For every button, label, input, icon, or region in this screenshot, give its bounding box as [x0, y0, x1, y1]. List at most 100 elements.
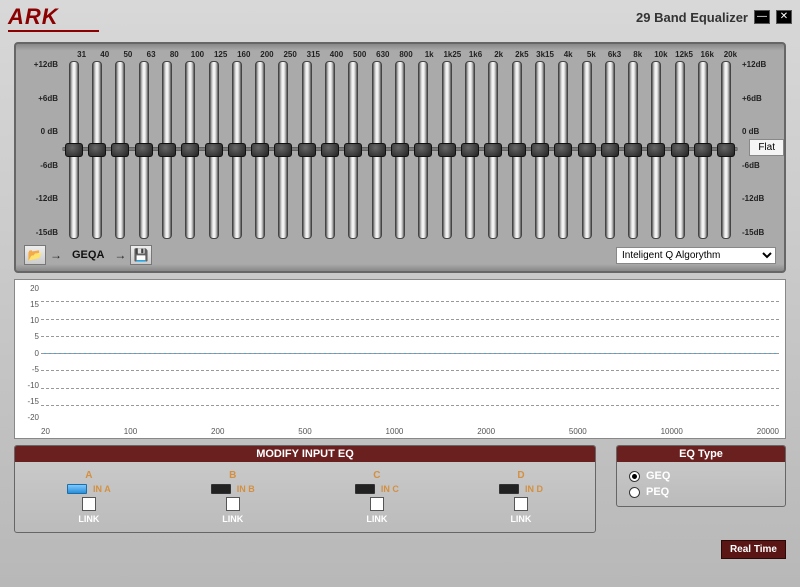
eq-type-radios: GEQ PEQ [617, 462, 785, 506]
slider-knob[interactable] [578, 143, 596, 157]
eq-slider[interactable] [505, 61, 528, 239]
slider-track [69, 61, 79, 239]
db-tick: -12dB [20, 195, 58, 203]
eq-slider[interactable] [155, 61, 178, 239]
input-letter: D [517, 470, 524, 481]
eq-slider[interactable] [622, 61, 645, 239]
eq-slider[interactable] [202, 61, 225, 239]
eq-slider[interactable] [598, 61, 621, 239]
eq-slider[interactable] [412, 61, 435, 239]
eq-slider[interactable] [575, 61, 598, 239]
graph-x-tick: 20 [41, 427, 50, 436]
eq-slider[interactable] [179, 61, 202, 239]
input-led[interactable] [499, 484, 519, 494]
input-led[interactable] [211, 484, 231, 494]
slider-knob[interactable] [531, 143, 549, 157]
sliders-container [62, 59, 738, 239]
slider-knob[interactable] [88, 143, 106, 157]
eq-slider[interactable] [342, 61, 365, 239]
slider-track [209, 61, 219, 239]
open-preset-button[interactable]: 📂 [24, 245, 46, 265]
slider-knob[interactable] [694, 143, 712, 157]
eq-slider[interactable] [295, 61, 318, 239]
slider-knob[interactable] [274, 143, 292, 157]
link-checkbox[interactable] [82, 497, 96, 511]
input-led[interactable] [355, 484, 375, 494]
slider-knob[interactable] [671, 143, 689, 157]
graph-x-tick: 2000 [477, 427, 495, 436]
eq-slider[interactable] [365, 61, 388, 239]
slider-knob[interactable] [414, 143, 432, 157]
input-led-row: IN D [499, 484, 543, 494]
input-led-row: IN C [355, 484, 399, 494]
graph-y-tick: -15 [19, 397, 39, 406]
slider-knob[interactable] [461, 143, 479, 157]
input-label: IN D [525, 484, 543, 494]
slider-knob[interactable] [65, 143, 83, 157]
db-tick: -12dB [742, 195, 780, 203]
input-channel: DIN DLINK [499, 470, 543, 524]
slider-knob[interactable] [298, 143, 316, 157]
eq-type-title: EQ Type [617, 446, 785, 462]
slider-knob[interactable] [438, 143, 456, 157]
slider-knob[interactable] [111, 143, 129, 157]
graph-gridline [41, 319, 779, 320]
slider-knob[interactable] [368, 143, 386, 157]
slider-track [558, 61, 568, 239]
eq-slider[interactable] [528, 61, 551, 239]
band-label: 630 [371, 50, 394, 59]
close-button[interactable]: ✕ [776, 10, 792, 24]
eq-slider[interactable] [318, 61, 341, 239]
flat-button[interactable]: Flat [749, 139, 784, 156]
link-checkbox[interactable] [514, 497, 528, 511]
slider-knob[interactable] [624, 143, 642, 157]
save-preset-button[interactable]: 💾 [130, 245, 152, 265]
preset-controls: 📂 → GEQA → 💾 [24, 245, 152, 265]
eq-slider[interactable] [435, 61, 458, 239]
input-led[interactable] [67, 484, 87, 494]
slider-knob[interactable] [601, 143, 619, 157]
slider-track [232, 61, 242, 239]
eq-slider[interactable] [552, 61, 575, 239]
graph-gridline [41, 370, 779, 371]
slider-knob[interactable] [344, 143, 362, 157]
eq-slider[interactable] [458, 61, 481, 239]
slider-knob[interactable] [181, 143, 199, 157]
eq-slider[interactable] [645, 61, 668, 239]
eq-slider[interactable] [715, 61, 738, 239]
algorithm-select[interactable]: Inteligent Q Algorythm [616, 247, 776, 264]
minimize-button[interactable]: — [754, 10, 770, 24]
eq-type-option[interactable]: GEQ [629, 470, 773, 482]
slider-knob[interactable] [554, 143, 572, 157]
slider-knob[interactable] [391, 143, 409, 157]
eq-slider[interactable] [272, 61, 295, 239]
slider-knob[interactable] [717, 143, 735, 157]
slider-knob[interactable] [228, 143, 246, 157]
eq-slider[interactable] [225, 61, 248, 239]
db-tick: +12dB [742, 61, 780, 69]
slider-knob[interactable] [484, 143, 502, 157]
slider-knob[interactable] [321, 143, 339, 157]
slider-knob[interactable] [251, 143, 269, 157]
eq-slider[interactable] [132, 61, 155, 239]
realtime-button[interactable]: Real Time [721, 540, 786, 559]
link-checkbox[interactable] [226, 497, 240, 511]
db-tick: -15dB [742, 229, 780, 237]
slider-track [628, 61, 638, 239]
eq-slider[interactable] [388, 61, 411, 239]
eq-slider[interactable] [691, 61, 714, 239]
link-checkbox[interactable] [370, 497, 384, 511]
slider-knob[interactable] [508, 143, 526, 157]
slider-knob[interactable] [135, 143, 153, 157]
eq-slider[interactable] [109, 61, 132, 239]
slider-knob[interactable] [205, 143, 223, 157]
eq-slider[interactable] [668, 61, 691, 239]
band-label: 125 [209, 50, 232, 59]
eq-slider[interactable] [85, 61, 108, 239]
slider-knob[interactable] [158, 143, 176, 157]
eq-type-option[interactable]: PEQ [629, 486, 773, 498]
slider-knob[interactable] [647, 143, 665, 157]
eq-slider[interactable] [62, 61, 85, 239]
eq-slider[interactable] [482, 61, 505, 239]
eq-slider[interactable] [249, 61, 272, 239]
